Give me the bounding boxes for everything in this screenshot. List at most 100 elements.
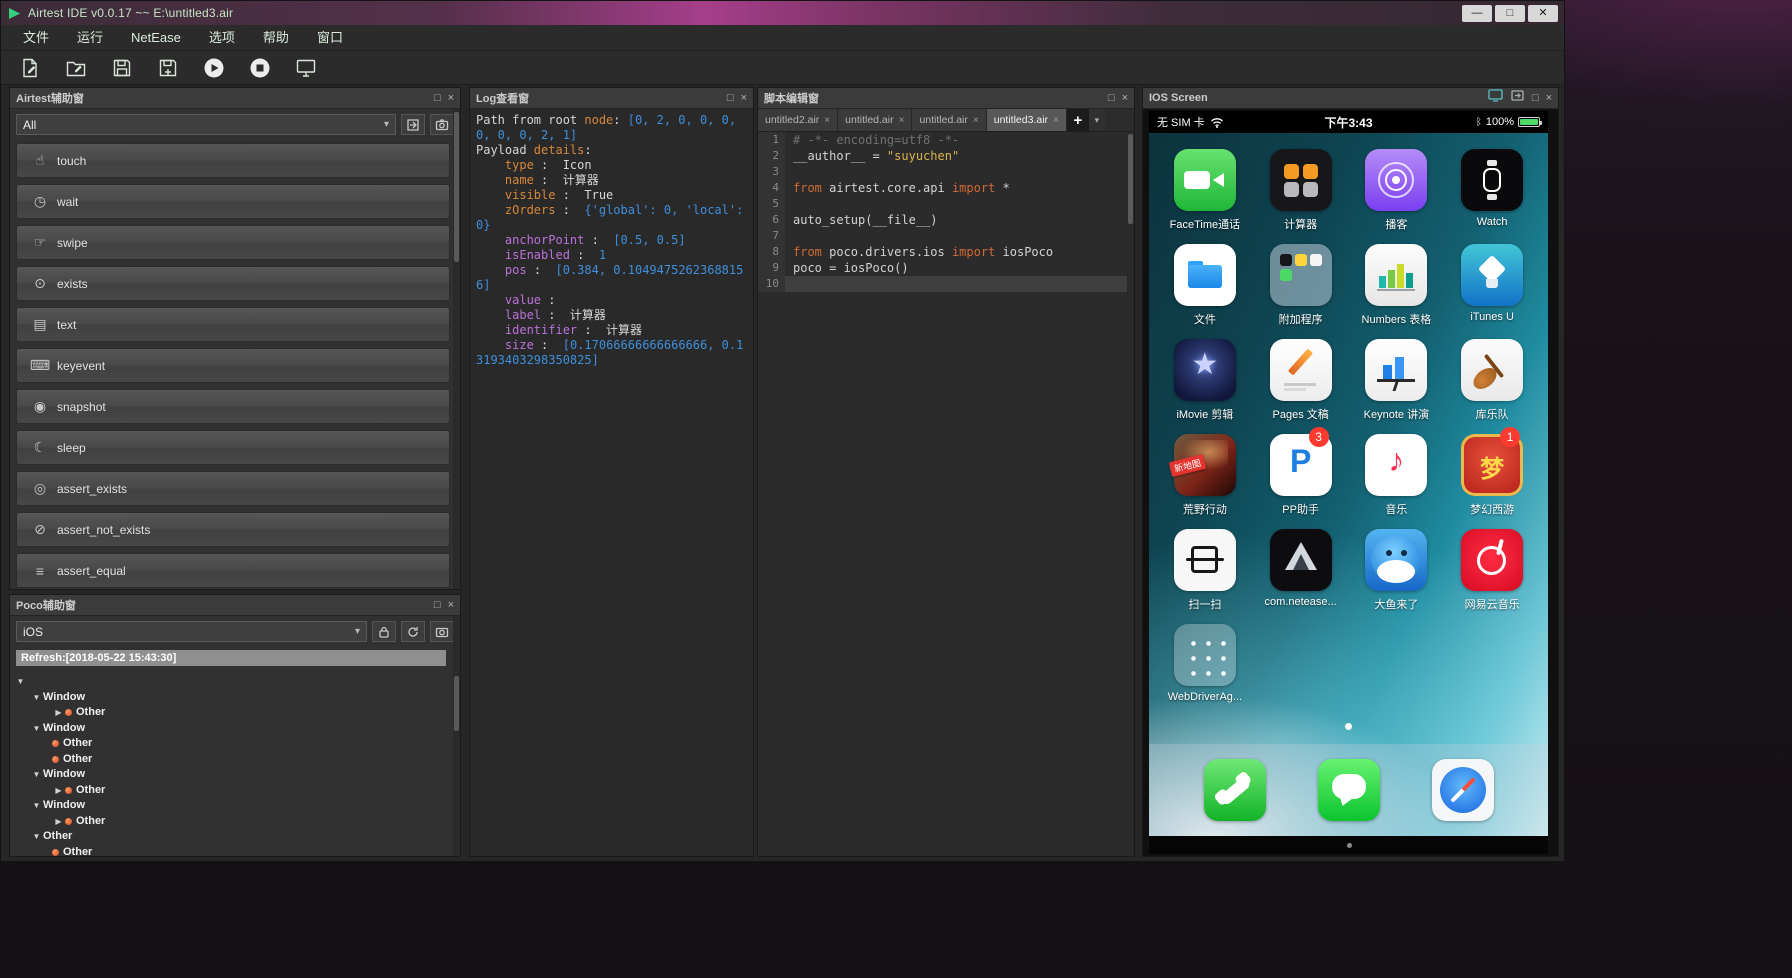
- knives-app-icon[interactable]: 新地图: [1174, 434, 1236, 496]
- code-line[interactable]: 3: [758, 164, 1134, 180]
- float-panel-icon[interactable]: □: [434, 93, 441, 104]
- poco-screenshot-button[interactable]: [430, 621, 454, 642]
- tree-node-window[interactable]: ▼Window: [10, 798, 450, 814]
- airtest-filter-select[interactable]: All ▾: [16, 114, 396, 135]
- watch-app-icon[interactable]: [1461, 149, 1523, 211]
- tree-node-other[interactable]: ▼Other: [10, 829, 450, 845]
- safari-app-icon[interactable]: [1432, 759, 1494, 821]
- tab-close-icon[interactable]: ×: [899, 115, 905, 126]
- action-assert_not_exists[interactable]: ⊘assert_not_exists: [16, 512, 450, 547]
- tab-close-icon[interactable]: ×: [824, 115, 830, 126]
- device-screen-mirror[interactable]: 无 SIM 卡 下午3:43 ᛒ 100% FaceTime通话计算器播客Wat…: [1149, 111, 1548, 854]
- collapse-icon[interactable]: ▼: [30, 770, 43, 779]
- new-tab-button[interactable]: +: [1067, 109, 1089, 131]
- action-swipe[interactable]: ☞swipe: [16, 225, 450, 260]
- maximize-button[interactable]: □: [1495, 5, 1525, 22]
- webdriver-app-icon[interactable]: [1174, 624, 1236, 686]
- code-line[interactable]: 10: [758, 276, 1134, 292]
- code-editor[interactable]: 1# -*- encoding=utf8 -*-2__author__ = "s…: [758, 132, 1134, 856]
- phone-app-icon[interactable]: [1204, 759, 1266, 821]
- code-line[interactable]: 1# -*- encoding=utf8 -*-: [758, 132, 1134, 148]
- close-panel-icon[interactable]: ×: [741, 93, 747, 104]
- collapse-icon[interactable]: ▼: [14, 677, 27, 686]
- close-button[interactable]: ✕: [1528, 5, 1558, 22]
- tree-leaf-other[interactable]: ▶Other: [10, 705, 450, 721]
- tab-untitled2.air[interactable]: untitled2.air×: [758, 109, 838, 131]
- podcasts-app-icon[interactable]: [1365, 149, 1427, 211]
- device-connect-button[interactable]: [293, 55, 319, 81]
- close-panel-icon[interactable]: ×: [448, 93, 454, 104]
- device-orientation-button[interactable]: [1510, 89, 1525, 107]
- ios-home-screen[interactable]: FaceTime通话计算器播客Watch文件附加程序Numbers 表格iTun…: [1149, 133, 1548, 854]
- code-line[interactable]: 6auto_setup(__file__): [758, 212, 1134, 228]
- title-bar[interactable]: Airtest IDE v0.0.17 ~~ E:\untitled3.air …: [1, 1, 1564, 25]
- tab-close-icon[interactable]: ×: [973, 115, 979, 126]
- tree-node-window[interactable]: ▼Window: [10, 767, 450, 783]
- imovie-app-icon[interactable]: ★: [1174, 339, 1236, 401]
- run-script-button[interactable]: [201, 55, 227, 81]
- files-app-icon[interactable]: [1174, 244, 1236, 306]
- new-script-button[interactable]: [17, 55, 43, 81]
- refresh-status-row[interactable]: Refresh:[2018-05-22 15:43:30]: [16, 650, 446, 666]
- poco-scrollbar[interactable]: [453, 616, 460, 856]
- menu-item-文件[interactable]: 文件: [9, 25, 63, 51]
- music-app-icon[interactable]: ♪: [1365, 434, 1427, 496]
- action-text[interactable]: ▤text: [16, 307, 450, 342]
- scan-app-icon[interactable]: [1174, 529, 1236, 591]
- action-touch[interactable]: ☝touch: [16, 143, 450, 178]
- expand-icon[interactable]: ▶: [52, 817, 65, 826]
- facetime-app-icon[interactable]: [1174, 149, 1236, 211]
- close-panel-icon[interactable]: ×: [1546, 93, 1552, 104]
- editor-panel-header[interactable]: 脚本编辑窗 □ ×: [758, 88, 1134, 109]
- menghuan-app-icon[interactable]: 梦1: [1461, 434, 1523, 496]
- keynote-app-icon[interactable]: [1365, 339, 1427, 401]
- log-panel-header[interactable]: Log查看窗 □ ×: [470, 88, 753, 109]
- messages-app-icon[interactable]: [1318, 759, 1380, 821]
- calculator-app-icon[interactable]: [1270, 149, 1332, 211]
- code-line[interactable]: 5: [758, 196, 1134, 212]
- tab-close-icon[interactable]: ×: [1053, 115, 1059, 126]
- device-snapshot-button[interactable]: [1488, 89, 1503, 107]
- airtest-panel-header[interactable]: Airtest辅助窗 □ ×: [10, 88, 460, 109]
- tree-leaf-other[interactable]: ▶Other: [10, 783, 450, 799]
- folder-app-icon[interactable]: [1270, 244, 1332, 306]
- numbers-app-icon[interactable]: [1365, 244, 1427, 306]
- tree-leaf-other[interactable]: Other: [10, 752, 450, 768]
- menu-item-NetEase[interactable]: NetEase: [117, 25, 195, 51]
- tree-leaf-other[interactable]: Other: [10, 845, 450, 857]
- collapse-icon[interactable]: ▼: [30, 832, 43, 841]
- menu-item-帮助[interactable]: 帮助: [249, 25, 303, 51]
- screenshot-button[interactable]: [430, 114, 454, 135]
- menu-item-窗口[interactable]: 窗口: [303, 25, 357, 51]
- close-panel-icon[interactable]: ×: [448, 600, 454, 611]
- tree-leaf-other[interactable]: Other: [10, 736, 450, 752]
- tree-node-window[interactable]: ▼Window: [10, 690, 450, 706]
- cube-app-icon[interactable]: [1270, 529, 1332, 591]
- expand-icon[interactable]: ▶: [52, 708, 65, 717]
- stop-script-button[interactable]: [247, 55, 273, 81]
- save-script-button[interactable]: [109, 55, 135, 81]
- collapse-icon[interactable]: ▼: [30, 801, 43, 810]
- action-assert_exists[interactable]: ◎assert_exists: [16, 471, 450, 506]
- editor-scrollbar[interactable]: [1127, 132, 1134, 856]
- code-line[interactable]: 8from poco.drivers.ios import iosPoco: [758, 244, 1134, 260]
- airtest-scrollbar[interactable]: [453, 109, 460, 589]
- refresh-button[interactable]: [401, 621, 425, 642]
- tree-node-window[interactable]: ▼Window: [10, 721, 450, 737]
- expand-icon[interactable]: ▶: [52, 786, 65, 795]
- tab-untitled3.air[interactable]: untitled3.air×: [987, 109, 1067, 131]
- tab-list-dropdown[interactable]: ▾: [1089, 109, 1105, 131]
- action-snapshot[interactable]: ◉snapshot: [16, 389, 450, 424]
- code-line[interactable]: 7: [758, 228, 1134, 244]
- fish-app-icon[interactable]: [1365, 529, 1427, 591]
- code-line[interactable]: 9poco = iosPoco(): [758, 260, 1134, 276]
- action-assert_equal[interactable]: ≡assert_equal: [16, 553, 450, 588]
- pages-app-icon[interactable]: [1270, 339, 1332, 401]
- open-script-button[interactable]: [63, 55, 89, 81]
- float-panel-icon[interactable]: □: [1108, 93, 1115, 104]
- code-line[interactable]: 2__author__ = "suyuchen": [758, 148, 1134, 164]
- float-panel-icon[interactable]: □: [1532, 93, 1539, 104]
- pp-app-icon[interactable]: P3: [1270, 434, 1332, 496]
- tree-leaf-other[interactable]: ▶Other: [10, 814, 450, 830]
- float-panel-icon[interactable]: □: [727, 93, 734, 104]
